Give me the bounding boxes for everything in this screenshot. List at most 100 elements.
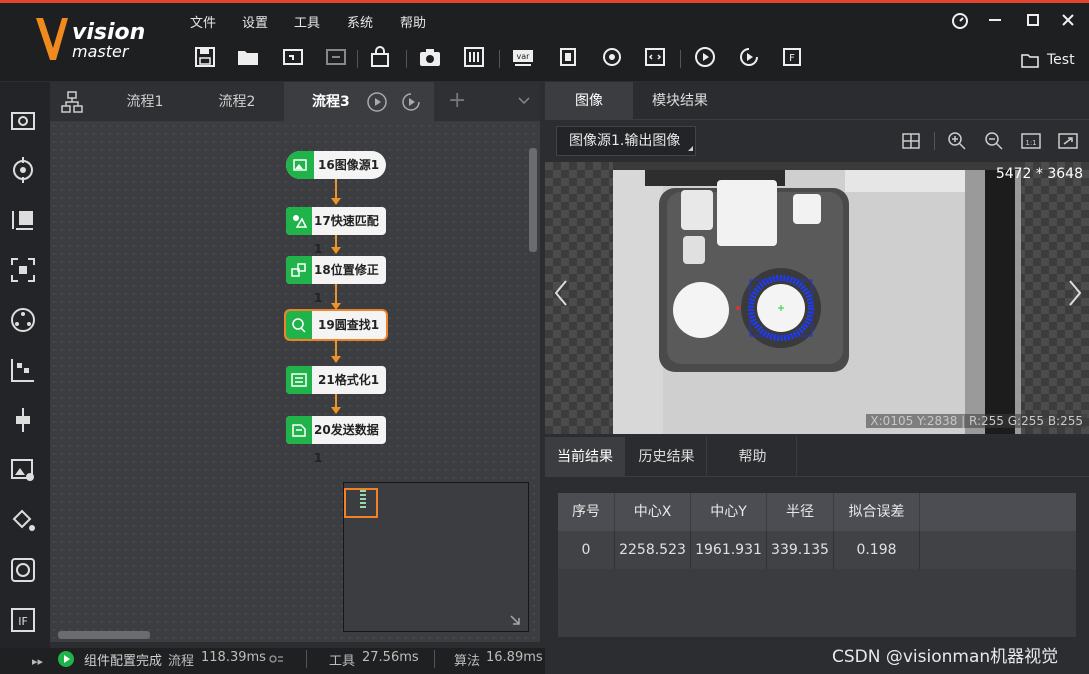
image-source-icon <box>286 151 314 179</box>
tab-module-results[interactable]: 模块结果 <box>636 82 724 120</box>
tab-image[interactable]: 图像 <box>545 82 633 120</box>
minimap-viewport[interactable] <box>344 488 378 518</box>
next-image-icon[interactable] <box>1067 278 1083 315</box>
column-header[interactable]: 半径 <box>767 493 834 531</box>
close-icon[interactable] <box>1056 10 1080 30</box>
tab-flow-1[interactable]: 流程1 <box>100 82 190 122</box>
camera-image <box>545 162 1089 434</box>
menu-tools[interactable]: 工具 <box>294 12 320 31</box>
lock-icon[interactable] <box>367 44 395 72</box>
run-once-icon[interactable] <box>692 44 720 72</box>
select-corner-icon <box>688 146 693 151</box>
logic-tool-icon[interactable]: IF <box>8 605 42 639</box>
minimize-icon[interactable] <box>983 10 1007 30</box>
image-processing-icon[interactable] <box>8 455 42 489</box>
node-label: 21格式化1 <box>318 373 380 387</box>
column-header[interactable]: 拟合误差 <box>834 493 920 531</box>
canvas-vertical-scrollbar[interactable] <box>529 148 537 252</box>
import-icon[interactable] <box>280 44 308 72</box>
status-link-icon[interactable] <box>268 652 284 666</box>
svg-text:F: F <box>789 53 795 64</box>
actual-size-icon[interactable]: 1:1 <box>1020 130 1042 152</box>
flow-node-image-source[interactable]: 16图像源1 <box>286 151 386 179</box>
save-icon[interactable] <box>192 44 220 72</box>
maximize-icon[interactable] <box>1021 10 1045 30</box>
flow-node-format[interactable]: 21格式化1 <box>286 366 386 394</box>
table-cell: 2258.523 <box>615 531 691 569</box>
zoom-in-icon[interactable] <box>946 130 968 152</box>
position-correction-icon <box>286 256 312 284</box>
column-header[interactable]: 中心X <box>615 493 691 531</box>
export-icon[interactable] <box>323 44 351 72</box>
status-message: 组件配置完成 <box>84 654 163 669</box>
canvas-horizontal-scrollbar[interactable] <box>58 631 150 639</box>
tab-history-result[interactable]: 历史结果 <box>627 437 707 477</box>
image-viewport[interactable]: 5472 * 3648 X:0105 Y:2838 | R:255 G:255 … <box>545 162 1089 434</box>
fast-match-icon <box>286 207 312 235</box>
measure-icon[interactable] <box>8 205 42 239</box>
global-trigger-icon[interactable] <box>599 44 627 72</box>
script-icon[interactable] <box>642 44 670 72</box>
recognition-icon[interactable] <box>8 255 42 289</box>
prev-image-icon[interactable] <box>553 278 569 315</box>
tab-help[interactable]: 帮助 <box>709 437 797 477</box>
circle-find-icon <box>286 311 312 339</box>
loop-flow-icon[interactable] <box>400 91 422 113</box>
menu-system[interactable]: 系统 <box>347 12 373 31</box>
flow-connector <box>335 394 337 408</box>
send-data-icon <box>286 416 312 444</box>
flow-arrowhead <box>331 407 341 414</box>
solution-name[interactable]: Test <box>1047 52 1075 68</box>
flow-time-label: 流程 <box>168 654 195 669</box>
flow-node-position-correction[interactable]: 18位置修正1 <box>286 256 386 305</box>
toolbar-separator <box>406 50 407 68</box>
minimap-resize-icon[interactable] <box>508 613 522 627</box>
calibration-icon[interactable] <box>8 355 42 389</box>
node-label: 16图像源1 <box>318 158 380 172</box>
table-cell: 1961.931 <box>691 531 767 569</box>
toolbar-separator <box>680 50 681 68</box>
menu-help[interactable]: 帮助 <box>400 12 426 31</box>
column-header[interactable]: 序号 <box>558 493 615 531</box>
grid-toggle-icon[interactable] <box>900 130 922 152</box>
menu-settings[interactable]: 设置 <box>242 12 268 31</box>
communication-icon[interactable] <box>555 44 583 72</box>
camera-icon[interactable] <box>417 44 445 72</box>
run-loop-icon[interactable] <box>736 44 764 72</box>
run-flow-icon[interactable] <box>366 91 388 113</box>
tab-current-result[interactable]: 当前结果 <box>545 437 625 477</box>
flow-node-fast-match[interactable]: 17快速匹配1 <box>286 207 386 256</box>
column-header[interactable]: 中心Y <box>691 493 767 531</box>
flow-tree-icon[interactable] <box>60 90 86 114</box>
color-processing-icon[interactable] <box>8 505 42 539</box>
tool-time-value: 27.56ms <box>362 650 419 665</box>
fit-window-icon[interactable] <box>1057 130 1079 152</box>
variable-icon[interactable]: var <box>510 44 538 72</box>
controller-settings-icon[interactable] <box>461 44 489 72</box>
toolbar-separator <box>499 50 500 68</box>
fullscreen-run-icon[interactable]: F <box>779 44 807 72</box>
algo-time-value: 16.89ms <box>486 650 543 665</box>
chevron-down-icon[interactable] <box>516 92 532 108</box>
deep-learning-icon[interactable] <box>8 305 42 339</box>
zoom-out-icon[interactable] <box>983 130 1005 152</box>
node-label: 20发送数据1 <box>314 423 379 465</box>
svg-text:1:1: 1:1 <box>1025 139 1036 147</box>
flow-arrowhead <box>331 356 341 363</box>
flow-node-send-data[interactable]: 20发送数据1 <box>286 416 386 465</box>
menu-file[interactable]: 文件 <box>190 12 216 31</box>
dashboard-icon[interactable] <box>948 10 972 30</box>
image-capture-icon[interactable] <box>8 104 42 138</box>
defect-detection-icon[interactable] <box>8 555 42 589</box>
tab-flow-2[interactable]: 流程2 <box>192 82 282 122</box>
solution-folder-icon[interactable] <box>1020 52 1040 70</box>
expand-rail-icon[interactable]: ▸▸ <box>32 655 43 668</box>
image-source-select[interactable]: 图像源1.输出图像 <box>556 126 696 156</box>
add-flow-icon[interactable]: + <box>448 88 466 113</box>
open-folder-icon[interactable] <box>235 44 263 72</box>
table-cell: 0 <box>558 531 615 569</box>
alignment-icon[interactable] <box>8 405 42 439</box>
flow-node-circle-find[interactable]: 19圆查找1 <box>286 311 386 339</box>
tab-flow-3-label: 流程3 <box>312 94 350 110</box>
locate-icon[interactable] <box>8 155 42 189</box>
